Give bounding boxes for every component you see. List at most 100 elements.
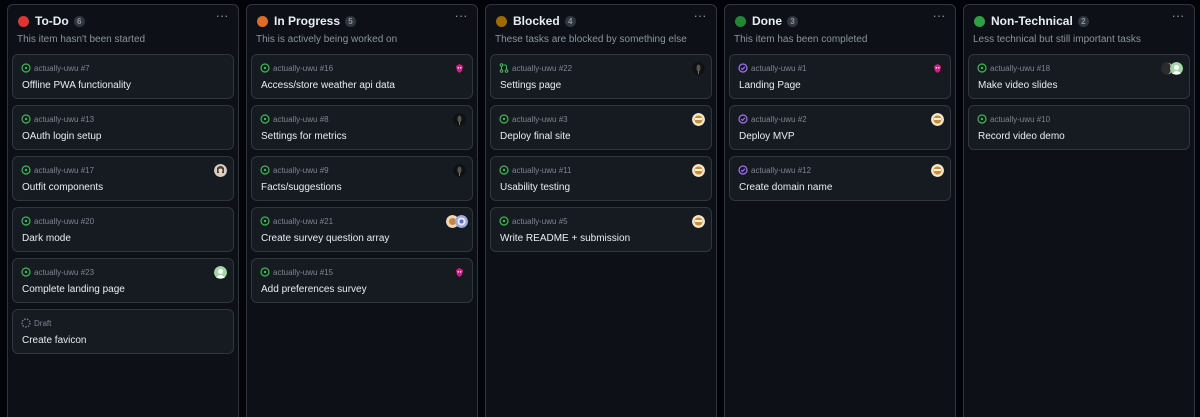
- card-item[interactable]: actually-uwu #11 Usability testing: [490, 156, 712, 201]
- card-item[interactable]: actually-uwu #13 OAuth login setup: [12, 105, 234, 150]
- assignee-avatar[interactable]: [692, 164, 705, 177]
- column-in-progress: In Progress 5 ··· This is actively being …: [246, 4, 478, 417]
- column-non-technical: Non-Technical 2 ··· Less technical but st…: [963, 4, 1195, 417]
- column-header: Blocked 4 ··· These tasks are blocked by …: [486, 5, 716, 57]
- card-title[interactable]: OAuth login setup: [22, 131, 102, 142]
- card-title[interactable]: Settings page: [500, 80, 561, 91]
- assignee-avatar[interactable]: [453, 62, 466, 75]
- card-title[interactable]: Make video slides: [978, 80, 1057, 91]
- card-title[interactable]: Usability testing: [500, 182, 570, 193]
- card-meta: actually-uwu #22: [499, 63, 572, 75]
- card-title[interactable]: Complete landing page: [22, 284, 125, 295]
- column-description: Less technical but still important tasks: [973, 34, 1141, 45]
- column-options-icon[interactable]: ···: [1170, 9, 1186, 25]
- card-title[interactable]: Create domain name: [739, 182, 832, 193]
- card-item[interactable]: actually-uwu #23 Complete landing page: [12, 258, 234, 303]
- assignee-avatar[interactable]: [214, 164, 227, 177]
- card-title[interactable]: Write README + submission: [500, 233, 630, 244]
- column-todo: To-Do 6 ··· This item hasn't been started…: [7, 4, 239, 417]
- column-done: Done 3 ··· This item has been completed a…: [724, 4, 956, 417]
- card-item[interactable]: actually-uwu #20 Dark mode: [12, 207, 234, 252]
- card-title[interactable]: Create favicon: [22, 335, 86, 346]
- card-title[interactable]: Offline PWA functionality: [22, 80, 131, 91]
- assignee-avatar[interactable]: [931, 62, 944, 75]
- status-dot-icon: [18, 16, 29, 27]
- card-title[interactable]: Add preferences survey: [261, 284, 367, 295]
- card-title[interactable]: Outfit components: [22, 182, 103, 193]
- assignee-avatar[interactable]: [453, 113, 466, 126]
- card-meta: Draft: [21, 318, 51, 330]
- draft-icon: [21, 318, 31, 328]
- assignee-avatar[interactable]: [214, 266, 227, 279]
- column-description: This is actively being worked on: [256, 34, 398, 45]
- card-item[interactable]: actually-uwu #1 Landing Page: [729, 54, 951, 99]
- closed-issue-icon: [738, 165, 748, 175]
- item-count-badge: 5: [345, 16, 357, 27]
- column-title: To-Do 6: [35, 14, 85, 28]
- card-meta: actually-uwu #18: [977, 63, 1050, 75]
- card-item[interactable]: actually-uwu #8 Settings for metrics: [251, 105, 473, 150]
- closed-issue-icon: [738, 114, 748, 124]
- card-title[interactable]: Facts/suggestions: [261, 182, 342, 193]
- status-dot-icon: [735, 16, 746, 27]
- item-count-badge: 2: [1077, 16, 1089, 27]
- card-item[interactable]: actually-uwu #15 Add preferences survey: [251, 258, 473, 303]
- card-meta: actually-uwu #5: [499, 216, 568, 228]
- card-item[interactable]: actually-uwu #7 Offline PWA functionalit…: [12, 54, 234, 99]
- open-issue-icon: [977, 114, 987, 124]
- card-meta: actually-uwu #23: [21, 267, 94, 279]
- card-title[interactable]: Dark mode: [22, 233, 71, 244]
- card-meta: actually-uwu #3: [499, 114, 568, 126]
- card-meta: actually-uwu #13: [21, 114, 94, 126]
- card-item[interactable]: actually-uwu #5 Write README + submissio…: [490, 207, 712, 252]
- assignee-avatar[interactable]: [692, 62, 705, 75]
- assignee-avatar[interactable]: [453, 164, 466, 177]
- card-item[interactable]: actually-uwu #18 Make video slides: [968, 54, 1190, 99]
- assignee-avatar[interactable]: [1170, 62, 1183, 75]
- card-meta: actually-uwu #21: [260, 216, 333, 228]
- card-meta: actually-uwu #7: [21, 63, 90, 75]
- column-title: In Progress 5: [274, 14, 357, 28]
- column-title: Done 3: [752, 14, 798, 28]
- card-title[interactable]: Landing Page: [739, 80, 801, 91]
- status-dot-icon: [974, 16, 985, 27]
- open-issue-icon: [260, 63, 270, 73]
- open-issue-icon: [21, 63, 31, 73]
- card-meta: actually-uwu #15: [260, 267, 333, 279]
- open-issue-icon: [21, 165, 31, 175]
- status-dot-icon: [257, 16, 268, 27]
- column-options-icon[interactable]: ···: [214, 9, 230, 25]
- card-title[interactable]: Deploy final site: [500, 131, 571, 142]
- column-options-icon[interactable]: ···: [931, 9, 947, 25]
- card-item[interactable]: actually-uwu #16 Access/store weather ap…: [251, 54, 473, 99]
- assignee-avatar[interactable]: [931, 164, 944, 177]
- card-meta: actually-uwu #16: [260, 63, 333, 75]
- card-title[interactable]: Deploy MVP: [739, 131, 795, 142]
- card-item[interactable]: actually-uwu #2 Deploy MVP: [729, 105, 951, 150]
- assignee-avatar[interactable]: [692, 215, 705, 228]
- card-title[interactable]: Create survey question array: [261, 233, 389, 244]
- card-title[interactable]: Access/store weather api data: [261, 80, 395, 91]
- open-issue-icon: [260, 267, 270, 277]
- card-meta: actually-uwu #2: [738, 114, 807, 126]
- card-item[interactable]: actually-uwu #9 Facts/suggestions: [251, 156, 473, 201]
- card-item[interactable]: actually-uwu #12 Create domain name: [729, 156, 951, 201]
- card-item[interactable]: actually-uwu #22 Settings page: [490, 54, 712, 99]
- column-options-icon[interactable]: ···: [453, 9, 469, 25]
- assignee-avatar[interactable]: [692, 113, 705, 126]
- assignee-avatar[interactable]: [455, 215, 468, 228]
- column-title: Non-Technical 2: [991, 14, 1089, 28]
- card-item[interactable]: actually-uwu #10 Record video demo: [968, 105, 1190, 150]
- assignee-avatar[interactable]: [453, 266, 466, 279]
- card-item[interactable]: actually-uwu #17 Outfit components: [12, 156, 234, 201]
- project-board: To-Do 6 ··· This item hasn't been started…: [0, 0, 1200, 417]
- column-header: Done 3 ··· This item has been completed: [725, 5, 955, 57]
- column-description: This item has been completed: [734, 34, 868, 45]
- card-item[interactable]: Draft Create favicon: [12, 309, 234, 354]
- card-title[interactable]: Settings for metrics: [261, 131, 347, 142]
- column-options-icon[interactable]: ···: [692, 9, 708, 25]
- card-item[interactable]: actually-uwu #3 Deploy final site: [490, 105, 712, 150]
- card-item[interactable]: actually-uwu #21 Create survey question …: [251, 207, 473, 252]
- assignee-avatar[interactable]: [931, 113, 944, 126]
- card-title[interactable]: Record video demo: [978, 131, 1065, 142]
